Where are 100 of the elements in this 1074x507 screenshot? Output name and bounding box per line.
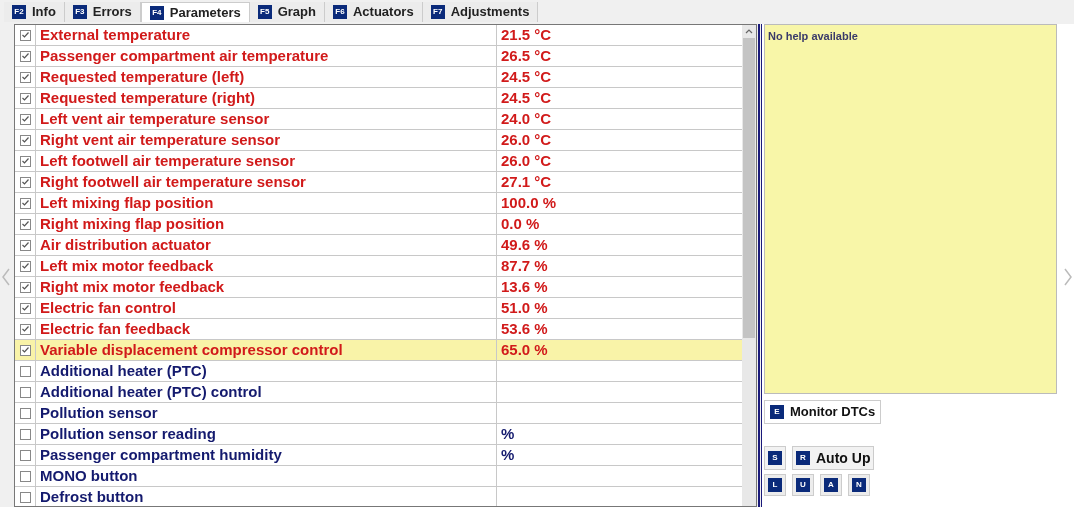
parameter-row[interactable]: Electric fan feedback 53.6 % — [15, 319, 742, 340]
key-button[interactable]: R Auto Up — [792, 446, 875, 470]
key-badge: F5 — [257, 5, 272, 19]
checkbox[interactable] — [19, 470, 31, 482]
checkbox[interactable] — [19, 239, 31, 251]
parameter-row[interactable]: Additional heater (PTC) — [15, 361, 742, 382]
parameter-value: 51.0 % — [501, 297, 548, 318]
checkbox[interactable] — [19, 365, 31, 377]
parameter-name: Right mixing flap position — [36, 214, 497, 234]
parameter-row[interactable]: Air distribution actuator 49.6 % — [15, 235, 742, 256]
checkbox[interactable] — [19, 71, 31, 83]
parameter-row[interactable]: Requested temperature (left) 24.5 °C — [15, 67, 742, 88]
checkbox[interactable] — [19, 323, 31, 335]
parameter-name: Electric fan feedback — [36, 319, 497, 339]
monitor-dtcs-button[interactable]: E Monitor DTCs — [764, 400, 882, 424]
key-badge: F2 — [12, 5, 26, 19]
scrollbar[interactable] — [742, 25, 756, 506]
checkbox[interactable] — [19, 281, 31, 293]
checkbox[interactable] — [19, 386, 31, 398]
checkmark-icon — [21, 53, 29, 59]
parameter-name: MONO button — [36, 466, 497, 486]
parameter-name: Variable displacement compressor control — [36, 340, 497, 360]
checkbox[interactable] — [19, 449, 31, 461]
parameter-row[interactable]: Left mix motor feedback 87.7 % — [15, 256, 742, 277]
checkbox[interactable] — [19, 428, 31, 440]
checkbox[interactable] — [19, 407, 31, 419]
parameter-row[interactable]: Right footwell air temperature sensor 27.1 °C — [15, 172, 742, 193]
parameter-value: 24.5 °C — [501, 66, 552, 87]
tab[interactable]: F3 Errors — [64, 2, 141, 22]
checkbox[interactable] — [19, 491, 31, 503]
parameter-row[interactable]: Passenger compartment humidity % — [15, 445, 742, 466]
parameter-name: Electric fan control — [36, 298, 497, 318]
checkbox[interactable] — [19, 344, 31, 356]
parameter-row[interactable]: Requested temperature (right) 24.5 °C — [15, 88, 742, 109]
checkmark-icon — [21, 158, 29, 164]
tab[interactable]: F6 Actuators — [325, 2, 423, 22]
parameter-name: Requested temperature (right) — [36, 88, 497, 108]
parameter-name: Pollution sensor — [36, 403, 497, 423]
parameter-value: 27.1 °C — [501, 171, 552, 192]
key-badge: F3 — [72, 5, 87, 19]
checkbox[interactable] — [19, 302, 31, 314]
parameter-row[interactable]: Right vent air temperature sensor 26.0 °C — [15, 130, 742, 151]
parameter-value: % — [501, 423, 515, 444]
parameter-name: Passenger compartment humidity — [36, 445, 497, 465]
checkbox[interactable] — [19, 176, 31, 188]
parameter-value: 65.0 % — [501, 339, 548, 360]
parameter-row[interactable]: MONO button — [15, 466, 742, 487]
checkbox[interactable] — [19, 155, 31, 167]
checkmark-icon — [21, 137, 29, 143]
checkmark-icon — [21, 116, 29, 122]
parameter-value: 0.0 % — [501, 213, 540, 234]
parameter-name: Additional heater (PTC) control — [36, 382, 497, 402]
checkbox[interactable] — [19, 197, 31, 209]
key-badge: F4 — [149, 5, 164, 20]
parameter-name: Passenger compartment air temperature — [36, 46, 497, 66]
checkbox[interactable] — [19, 29, 31, 41]
parameter-value: 21.5 °C — [501, 25, 552, 45]
checkmark-icon — [21, 32, 29, 38]
checkbox[interactable] — [19, 218, 31, 230]
parameter-row[interactable]: Right mix motor feedback 13.6 % — [15, 277, 742, 298]
key-badge: F6 — [333, 5, 347, 19]
key-badge: S — [768, 451, 782, 465]
checkbox[interactable] — [19, 134, 31, 146]
parameter-name: Left footwell air temperature sensor — [36, 151, 497, 171]
checkbox[interactable] — [19, 92, 31, 104]
tab[interactable]: F2 Info — [4, 2, 65, 22]
parameter-row[interactable]: Passenger compartment air temperature 26.5 °C — [15, 46, 742, 67]
parameter-name: Requested temperature (left) — [36, 67, 497, 87]
key-button[interactable]: S — [764, 446, 786, 470]
parameter-row[interactable]: Pollution sensor reading % — [15, 424, 742, 445]
parameter-row[interactable]: Right mixing flap position 0.0 % — [15, 214, 742, 235]
parameter-row[interactable]: External temperature 21.5 °C — [15, 25, 742, 46]
parameter-value: 87.7 % — [501, 255, 548, 276]
key-badge: F7 — [430, 5, 445, 19]
checkmark-icon — [21, 284, 29, 290]
parameter-value: 24.0 °C — [501, 108, 552, 129]
checkmark-icon — [21, 305, 29, 311]
parameter-value: 26.5 °C — [501, 45, 552, 66]
checkmark-icon — [21, 95, 29, 101]
parameter-row[interactable]: Left vent air temperature sensor 24.0 °C — [15, 109, 742, 130]
parameter-value: % — [501, 444, 515, 465]
tab[interactable]: F4 Parameters — [140, 2, 250, 22]
parameter-name: Left mix motor feedback — [36, 256, 497, 276]
parameter-row[interactable]: Additional heater (PTC) control — [15, 382, 742, 403]
scroll-up-icon[interactable] — [745, 29, 753, 34]
parameter-row[interactable]: Electric fan control 51.0 % — [15, 298, 742, 319]
checkmark-icon — [21, 326, 29, 332]
tab[interactable]: F7 Adjustments — [422, 2, 539, 22]
checkbox[interactable] — [19, 260, 31, 272]
checkbox[interactable] — [19, 50, 31, 62]
parameter-row[interactable]: Pollution sensor — [15, 403, 742, 424]
parameter-row[interactable]: Left footwell air temperature sensor 26.0 °C — [15, 151, 742, 172]
parameter-row[interactable]: Variable displacement compressor control 65.0 % — [15, 340, 742, 361]
tab[interactable]: F5 Graph — [249, 2, 325, 22]
checkmark-icon — [21, 347, 29, 353]
parameter-value: 26.0 °C — [501, 129, 552, 150]
help-text: No help available — [768, 30, 858, 42]
parameter-name: Pollution sensor reading — [36, 424, 497, 444]
checkbox[interactable] — [19, 113, 31, 125]
parameter-row[interactable]: Left mixing flap position 100.0 % — [15, 193, 742, 214]
